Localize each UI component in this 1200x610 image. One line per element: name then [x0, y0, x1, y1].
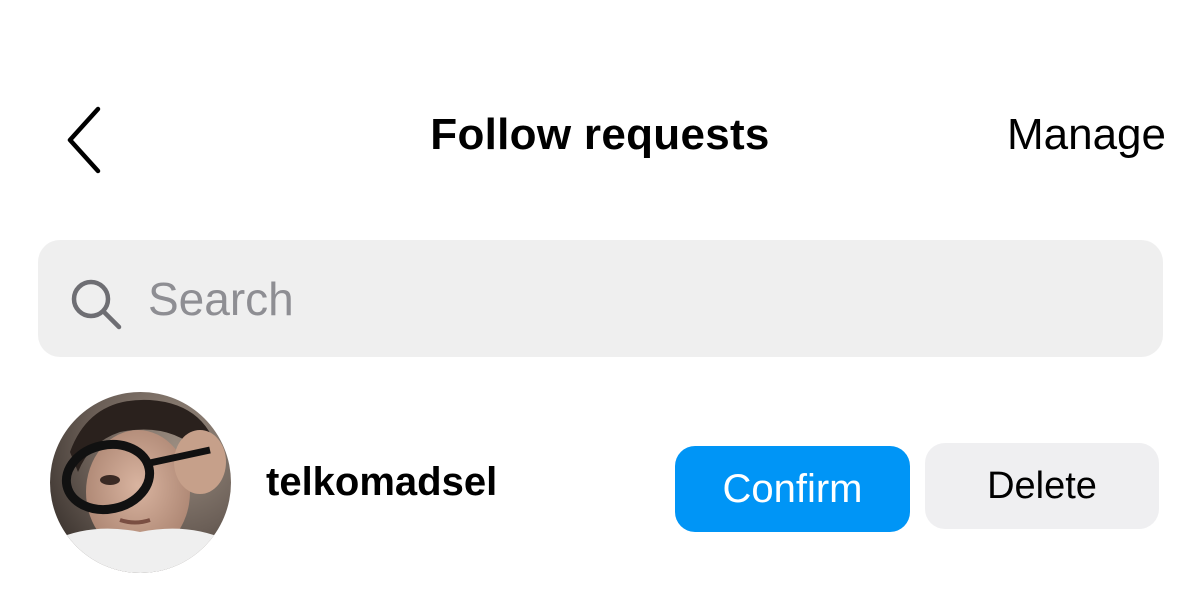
search-icon: [71, 279, 122, 330]
search-input[interactable]: [148, 240, 1138, 357]
search-bar[interactable]: [38, 240, 1163, 357]
username[interactable]: telkomadsel: [266, 460, 497, 505]
avatar[interactable]: [50, 392, 231, 573]
manage-button[interactable]: Manage: [1007, 110, 1166, 160]
profile-photo-image: [50, 392, 231, 573]
follow-request-row: telkomadsel Confirm Delete: [0, 380, 1200, 580]
delete-button[interactable]: Delete: [925, 443, 1159, 529]
confirm-button[interactable]: Confirm: [675, 446, 910, 532]
navigation-header: Follow requests Manage: [0, 80, 1200, 196]
